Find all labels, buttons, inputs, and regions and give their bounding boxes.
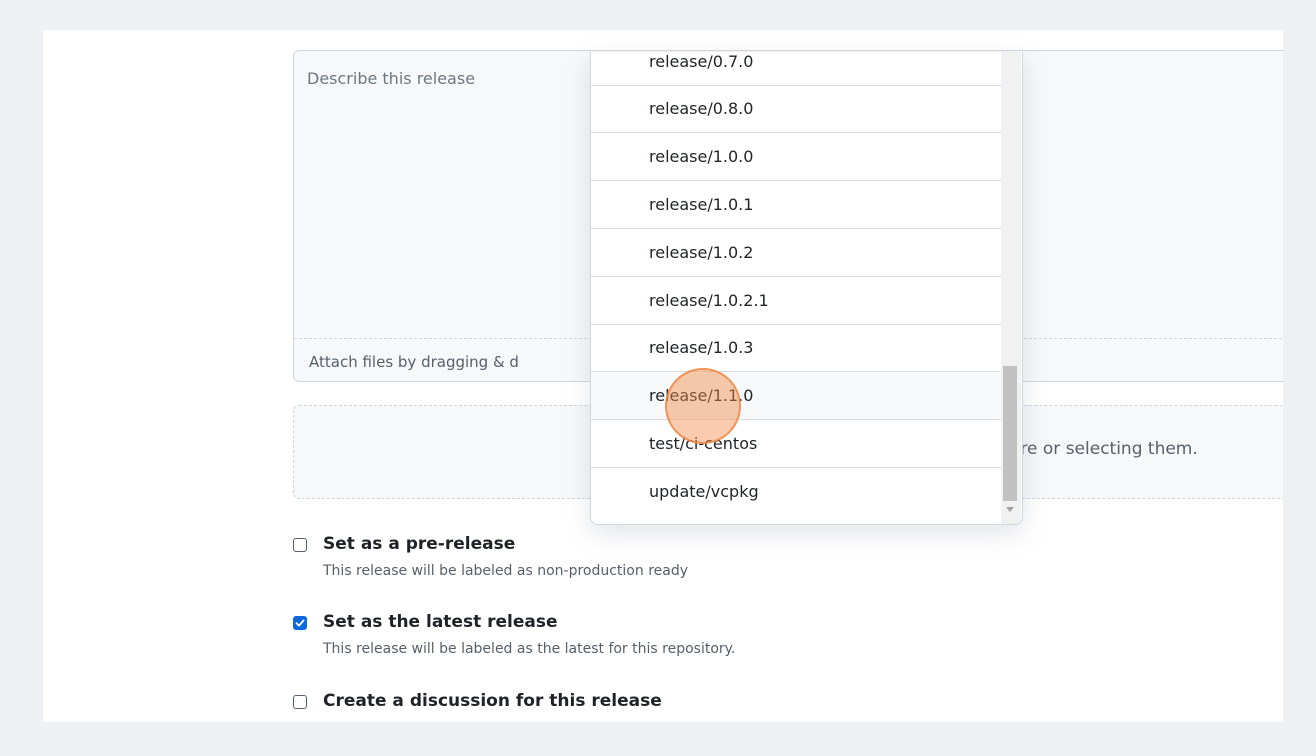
branch-item-release-1-1-0[interactable]: release/1.1.0 [591, 373, 1001, 420]
latest-release-checkbox[interactable] [293, 616, 307, 630]
prerelease-label[interactable]: Set as a pre-release [323, 534, 515, 554]
branch-item-release-1-0-2-1[interactable]: release/1.0.2.1 [591, 278, 1001, 325]
page-viewport: Describe this release Attach files by dr… [43, 30, 1283, 722]
scroll-down-arrow-icon[interactable] [1006, 507, 1014, 512]
latest-release-label[interactable]: Set as the latest release [323, 612, 558, 632]
branch-item-release-1-0-3[interactable]: release/1.0.3 [591, 325, 1001, 372]
branch-item-label: release/0.7.0 [649, 52, 754, 71]
branch-item-label: release/1.0.2.1 [649, 291, 769, 310]
prerelease-description: This release will be labeled as non-prod… [323, 563, 689, 579]
branch-item-update-vcpkg[interactable]: update/vcpkg [591, 469, 1001, 516]
prerelease-checkbox[interactable] [293, 538, 307, 552]
dropdown-scrollbar[interactable] [1001, 52, 1021, 524]
release-description-placeholder: Describe this release [307, 69, 476, 88]
branch-item-label: release/1.0.1 [649, 195, 754, 214]
cursor-highlight [665, 368, 741, 444]
branch-item-release-0-8-0[interactable]: release/0.8.0 [591, 86, 1001, 133]
branch-item-label: release/0.8.0 [649, 99, 754, 118]
discussion-checkbox[interactable] [293, 695, 307, 709]
branch-select-dropdown: release/0.7.0 release/0.8.0 release/1.0.… [590, 52, 1023, 525]
branch-item-label: update/vcpkg [649, 482, 759, 501]
scrollbar-thumb[interactable] [1003, 366, 1017, 501]
branch-item-label: release/1.0.0 [649, 147, 754, 166]
check-icon [295, 619, 305, 627]
branch-item-test-ci-centos[interactable]: test/ci-centos [591, 421, 1001, 468]
discussion-label[interactable]: Create a discussion for this release [323, 691, 662, 711]
branch-item-release-1-0-2[interactable]: release/1.0.2 [591, 230, 1001, 277]
branch-item-release-1-0-0[interactable]: release/1.0.0 [591, 134, 1001, 181]
branch-item-release-0-7-0[interactable]: release/0.7.0 [591, 52, 1001, 86]
branch-item-label: release/1.0.2 [649, 243, 754, 262]
latest-release-description: This release will be labeled as the late… [323, 641, 736, 657]
attach-files-text: Attach files by dragging & d [309, 353, 519, 371]
branch-item-label: release/1.0.3 [649, 338, 754, 357]
branch-item-release-1-0-1[interactable]: release/1.0.1 [591, 182, 1001, 229]
